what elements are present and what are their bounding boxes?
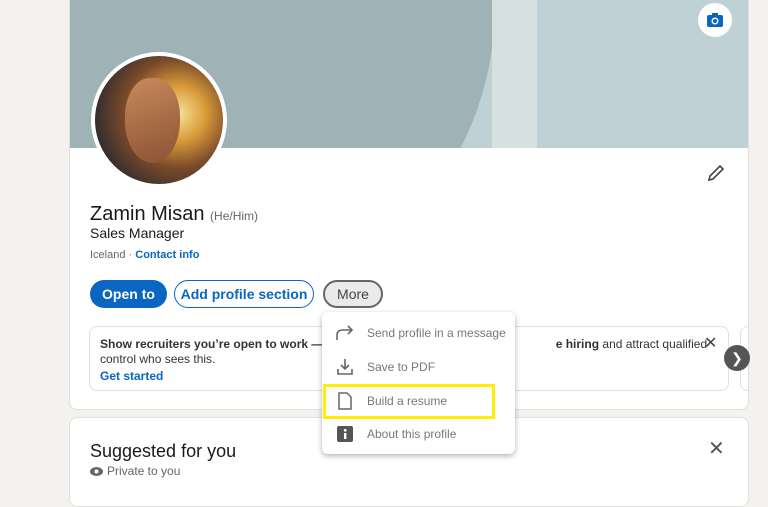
more-dropdown-menu: Send profile in a message Save to PDF Bu… <box>322 312 515 454</box>
avatar[interactable] <box>91 52 227 188</box>
add-profile-section-button[interactable]: Add profile section <box>174 280 314 308</box>
carousel-next-button[interactable]: ❯ <box>724 345 750 371</box>
profile-name: Zamin Misan <box>90 203 205 225</box>
menu-item-label: Send profile in a message <box>367 325 506 340</box>
eye-icon <box>90 466 103 476</box>
close-icon: ✕ <box>708 438 725 460</box>
menu-item-about-profile[interactable]: About this profile <box>322 417 515 450</box>
otw-text-bold: e hiring <box>555 337 600 351</box>
pronouns: (He/Him) <box>210 209 259 223</box>
edit-banner-camera-button[interactable] <box>698 3 732 37</box>
info-icon <box>336 425 353 442</box>
menu-item-send-profile[interactable]: Send profile in a message <box>322 316 515 349</box>
close-icon: ✕ <box>704 335 718 352</box>
open-to-button[interactable]: Open to <box>90 280 167 308</box>
more-button[interactable]: More <box>323 280 383 308</box>
pencil-icon <box>707 164 725 182</box>
edit-intro-button[interactable] <box>706 163 726 188</box>
otw-text-end: and attract qualified <box>599 337 708 351</box>
dismiss-open-to-work-button[interactable]: ✕ <box>704 333 717 353</box>
camera-icon <box>707 13 723 27</box>
share-arrow-icon <box>335 324 353 340</box>
otw-text: Show recruiters you’re open to work — yo <box>100 337 341 351</box>
headline: Sales Manager <box>90 225 185 241</box>
suggested-title: Suggested for you <box>90 441 237 461</box>
contact-info-link[interactable]: Contact info <box>135 249 199 261</box>
highlight-box <box>323 384 495 419</box>
chevron-right-icon: ❯ <box>731 349 743 366</box>
menu-item-save-pdf[interactable]: Save to PDF <box>322 350 515 383</box>
menu-item-label: Save to PDF <box>367 359 436 374</box>
download-icon <box>336 358 353 375</box>
dismiss-suggested-button[interactable]: ✕ <box>708 436 725 461</box>
privacy-label: Private to you <box>107 464 181 478</box>
location: Iceland <box>90 249 126 261</box>
separator: · <box>125 249 136 261</box>
menu-item-label: About this profile <box>367 426 457 441</box>
